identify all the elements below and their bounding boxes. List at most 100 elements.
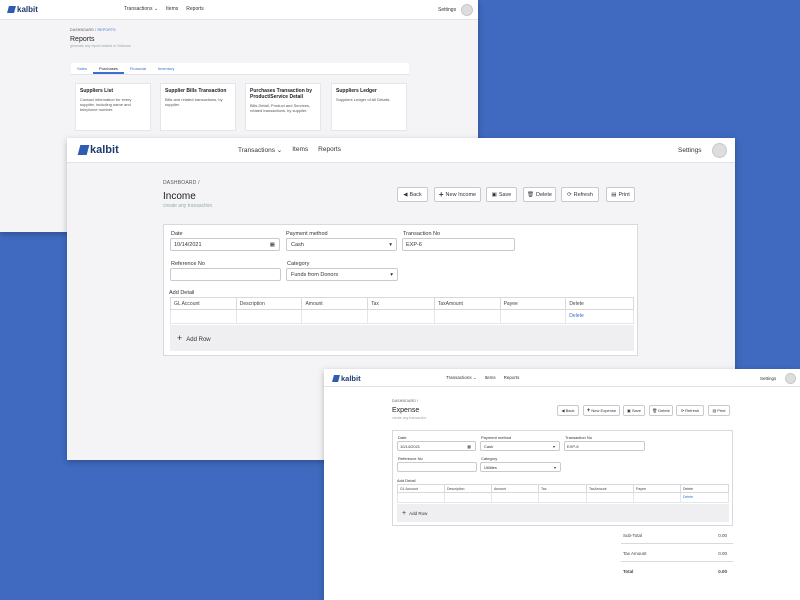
nav-reports[interactable]: Reports bbox=[186, 6, 204, 12]
calendar-icon[interactable]: ▦ bbox=[270, 242, 275, 248]
calendar-icon[interactable]: ▦ bbox=[467, 444, 471, 449]
delete-button[interactable]: 🗑 Delete bbox=[523, 187, 556, 202]
add-row-button[interactable]: + Add Row bbox=[402, 510, 427, 517]
page-title: Reports bbox=[70, 36, 95, 43]
description-cell[interactable] bbox=[237, 310, 303, 323]
refresh-button[interactable]: ⟳ Refresh bbox=[561, 187, 599, 202]
avatar[interactable] bbox=[785, 373, 796, 384]
settings-link[interactable]: Settings bbox=[760, 376, 776, 381]
settings-link[interactable]: Settings bbox=[438, 7, 456, 13]
main-nav: Transactions ⌄ Items Reports bbox=[238, 146, 341, 154]
payment-method-label: Payment method bbox=[286, 231, 328, 237]
save-button[interactable]: ▣ Save bbox=[486, 187, 517, 202]
total-row: Total 0.00 bbox=[621, 562, 733, 579]
back-button[interactable]: ◀ Back bbox=[397, 187, 428, 202]
nav-items[interactable]: Items bbox=[166, 6, 178, 12]
brand-mark-icon bbox=[77, 145, 90, 155]
print-label: Print bbox=[618, 191, 630, 198]
report-card-suppliers-list[interactable]: Suppliers List Contact information for e… bbox=[75, 83, 151, 131]
col-payee: Payee bbox=[501, 298, 567, 309]
reference-no-input[interactable] bbox=[170, 268, 281, 281]
brand-logo[interactable]: kalbit bbox=[7, 5, 38, 14]
col-description: Description bbox=[237, 298, 303, 309]
page-title: Income bbox=[163, 191, 196, 202]
new-expense-button[interactable]: + New Expense bbox=[583, 405, 620, 416]
nav-reports[interactable]: Reports bbox=[318, 146, 341, 154]
avatar[interactable] bbox=[461, 4, 473, 16]
amount-cell[interactable] bbox=[492, 493, 539, 502]
nav-reports[interactable]: Reports bbox=[504, 375, 520, 381]
avatar[interactable] bbox=[712, 143, 727, 158]
gl-account-cell[interactable] bbox=[171, 310, 237, 323]
print-button[interactable]: ▤ Print bbox=[708, 405, 730, 416]
refresh-label: Refresh bbox=[685, 408, 700, 413]
tax-cell[interactable] bbox=[368, 310, 435, 323]
description-cell[interactable] bbox=[445, 493, 492, 502]
new-income-button[interactable]: + New Income bbox=[434, 187, 481, 202]
col-gl-account: GL Account bbox=[398, 485, 445, 492]
refresh-label: Refresh bbox=[573, 191, 593, 198]
date-input[interactable]: 10/14/2021 ▦ bbox=[397, 441, 476, 451]
settings-link[interactable]: Settings bbox=[678, 147, 702, 154]
breadcrumb-dashboard[interactable]: DASHBOARD bbox=[70, 28, 94, 32]
nav-items[interactable]: Items bbox=[292, 146, 308, 154]
nav-transactions[interactable]: Transactions ⌄ bbox=[446, 375, 477, 381]
tab-sales[interactable]: Sales bbox=[71, 63, 93, 74]
report-card-purchases-detail[interactable]: Purchases Transaction by Product/Service… bbox=[245, 83, 321, 131]
gl-account-cell[interactable] bbox=[398, 493, 445, 502]
tax-amount-label: Tax Amount bbox=[623, 551, 647, 556]
nav-items[interactable]: Items bbox=[485, 375, 496, 381]
page-title: Expense bbox=[392, 407, 420, 414]
nav-transactions[interactable]: Transactions ⌄ bbox=[238, 146, 282, 154]
tax-amount-cell[interactable] bbox=[587, 493, 634, 502]
tax-amount-cell[interactable] bbox=[435, 310, 501, 323]
col-tax: Tax bbox=[539, 485, 587, 492]
payee-cell[interactable] bbox=[634, 493, 681, 502]
payee-cell[interactable] bbox=[501, 310, 567, 323]
save-button[interactable]: ▣ Save bbox=[623, 405, 645, 416]
refresh-button[interactable]: ⟳ Refresh bbox=[676, 405, 704, 416]
brand-logo[interactable]: kalbit bbox=[77, 144, 119, 156]
tab-purchases[interactable]: Purchases bbox=[93, 63, 124, 74]
reference-no-input[interactable] bbox=[397, 462, 477, 472]
col-amount: Amount bbox=[302, 298, 369, 309]
back-label: Back bbox=[565, 408, 575, 413]
category-select[interactable]: Utilities ▾ bbox=[480, 462, 561, 472]
breadcrumb-dashboard[interactable]: DASHBOARD bbox=[392, 399, 416, 403]
transaction-no-value: EXP-6 bbox=[567, 443, 579, 449]
add-row-button[interactable]: + Add Row bbox=[177, 333, 211, 343]
category-select[interactable]: Funds from Donors ▾ bbox=[286, 268, 398, 281]
transaction-no-input[interactable]: EXP-6 bbox=[564, 441, 645, 451]
delete-cell: Delete bbox=[681, 493, 728, 502]
table-row: Delete bbox=[397, 493, 729, 503]
page-subtitle: create any transaction bbox=[163, 203, 213, 209]
breadcrumb: DASHBOARD / bbox=[163, 180, 200, 186]
col-tax-amount: TaxAmount bbox=[587, 485, 634, 492]
report-card-suppliers-ledger[interactable]: Suppliers Ledger Suppliers Ledger of All… bbox=[331, 83, 407, 131]
report-card-supplier-bills[interactable]: Supplier Bills Transaction Bills and rel… bbox=[160, 83, 236, 131]
payment-method-select[interactable]: Cash ▾ bbox=[480, 441, 560, 451]
print-label: Print bbox=[717, 408, 726, 413]
transaction-no-input[interactable]: EXP-6 bbox=[402, 238, 515, 251]
trash-icon: 🗑 bbox=[527, 191, 535, 198]
detail-table-header: GL Account Description Amount Tax TaxAmo… bbox=[397, 484, 729, 493]
print-button[interactable]: ▤ Print bbox=[606, 187, 635, 202]
delete-button[interactable]: 🗑 Delete bbox=[649, 405, 673, 416]
row-delete-link[interactable]: Delete bbox=[569, 313, 583, 319]
amount-cell[interactable] bbox=[302, 310, 369, 323]
payment-method-select[interactable]: Cash ▾ bbox=[286, 238, 397, 251]
table-row: Delete bbox=[170, 310, 634, 324]
detail-table-header: GL Account Description Amount Tax TaxAmo… bbox=[170, 297, 634, 310]
row-delete-link[interactable]: Delete bbox=[683, 495, 693, 499]
date-input[interactable]: 10/14/2021 ▦ bbox=[170, 238, 280, 251]
breadcrumb-dashboard[interactable]: DASHBOARD bbox=[163, 180, 196, 186]
tab-inventory[interactable]: Inventory bbox=[152, 63, 180, 74]
brand-logo[interactable]: kalbit bbox=[332, 374, 361, 383]
col-amount: Amount bbox=[492, 485, 539, 492]
report-tabs: Sales Purchases Financial Inventory bbox=[71, 63, 409, 75]
nav-transactions[interactable]: Transactions ⌄ bbox=[124, 6, 158, 12]
back-button[interactable]: ◀ Back bbox=[557, 405, 579, 416]
tab-financial[interactable]: Financial bbox=[124, 63, 152, 74]
tax-cell[interactable] bbox=[539, 493, 587, 502]
reference-no-label: Reference No bbox=[171, 261, 205, 267]
